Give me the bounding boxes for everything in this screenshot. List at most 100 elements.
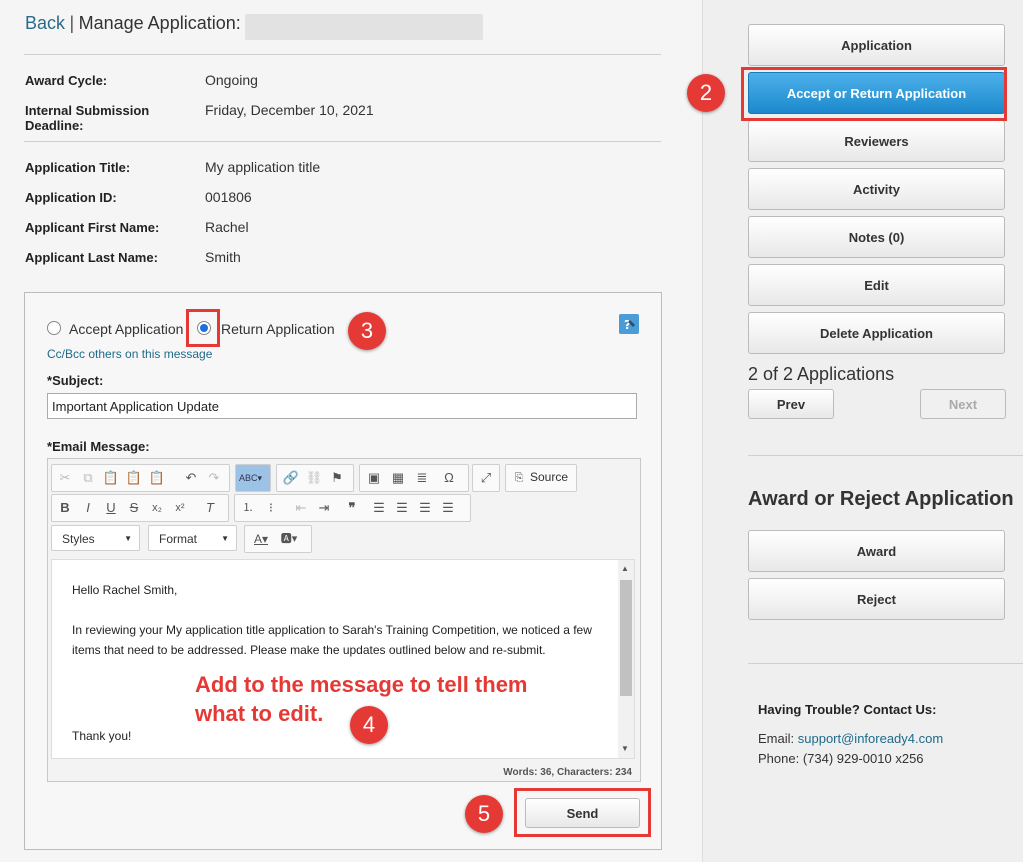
bold-icon[interactable]: B bbox=[56, 499, 74, 517]
value-submission-deadline: Friday, December 10, 2021 bbox=[205, 102, 374, 118]
anchor-flag-icon[interactable]: ⚑ bbox=[328, 469, 346, 487]
prev-button[interactable]: Prev bbox=[748, 389, 834, 419]
bulleted-list-icon[interactable]: ⁝ bbox=[262, 499, 280, 517]
step-2-callout: 2 bbox=[687, 74, 725, 112]
toolbar-maximize-group: ⤢ bbox=[472, 464, 500, 492]
page-title: Manage Application: bbox=[78, 13, 241, 33]
outdent-icon[interactable]: ⇤ bbox=[292, 499, 310, 517]
styles-label: Styles bbox=[62, 532, 95, 546]
back-link[interactable]: Back bbox=[25, 13, 65, 33]
scroll-thumb[interactable] bbox=[620, 580, 632, 696]
table-icon[interactable]: ▦ bbox=[389, 469, 407, 487]
notes-button[interactable]: Notes (0) bbox=[748, 216, 1005, 258]
scroll-down-icon[interactable]: ▼ bbox=[621, 744, 629, 753]
undo-icon[interactable]: ↶ bbox=[182, 469, 200, 487]
message-greeting: Hello Rachel Smith, bbox=[72, 583, 178, 597]
return-radio-label[interactable]: Return Application bbox=[221, 321, 335, 337]
paste-icon[interactable]: 📋 bbox=[102, 469, 120, 487]
award-heading: Award or Reject Application bbox=[748, 488, 1014, 510]
edit-button[interactable]: Edit bbox=[748, 264, 1005, 306]
align-left-icon[interactable]: ☰ bbox=[370, 499, 388, 517]
align-center-icon[interactable]: ☰ bbox=[393, 499, 411, 517]
activity-button[interactable]: Activity bbox=[748, 168, 1005, 210]
editor-scrollbar[interactable]: ▲ ▼ bbox=[618, 560, 634, 758]
cut-icon[interactable]: ✂ bbox=[56, 469, 74, 487]
blockquote-icon[interactable]: ❞ bbox=[343, 499, 361, 517]
message-label: *Email Message: bbox=[47, 439, 150, 454]
award-button[interactable]: Award bbox=[748, 530, 1005, 572]
email-link[interactable]: support@infoready4.com bbox=[798, 731, 943, 746]
editor-content-area[interactable]: Hello Rachel Smith, In reviewing your My… bbox=[51, 559, 635, 759]
scroll-up-icon[interactable]: ▲ bbox=[621, 564, 629, 573]
indent-icon[interactable]: ⇥ bbox=[315, 499, 333, 517]
value-application-id: 001806 bbox=[205, 189, 252, 205]
superscript-icon[interactable]: x² bbox=[171, 499, 189, 517]
background-color-icon[interactable]: 🅰▾ bbox=[277, 530, 301, 548]
format-dropdown[interactable]: Format ▼ bbox=[148, 525, 237, 551]
subscript-icon[interactable]: x₂ bbox=[148, 499, 166, 517]
styles-dropdown[interactable]: Styles ▼ bbox=[51, 525, 140, 551]
page-header: Back | Manage Application: bbox=[25, 13, 241, 34]
value-first-name: Rachel bbox=[205, 219, 249, 235]
image-icon[interactable]: ▣ bbox=[365, 469, 383, 487]
strikethrough-icon[interactable]: S bbox=[125, 499, 143, 517]
label-last-name: Applicant Last Name: bbox=[25, 250, 158, 265]
highlight-box-return-radio bbox=[186, 309, 220, 347]
chevron-down-icon: ▼ bbox=[221, 534, 229, 543]
divider bbox=[24, 141, 661, 142]
divider bbox=[24, 54, 661, 55]
accept-radio[interactable] bbox=[47, 321, 61, 335]
contact-phone: Phone: (734) 929-0010 x256 bbox=[758, 751, 924, 766]
maximize-icon[interactable]: ⤢ bbox=[477, 469, 495, 487]
next-button[interactable]: Next bbox=[920, 389, 1006, 419]
special-char-icon[interactable]: Ω bbox=[440, 469, 458, 487]
highlight-box-accept-return bbox=[741, 67, 1007, 121]
cc-bcc-link-wrap: Cc/Bcc others on this message bbox=[47, 345, 212, 363]
value-application-title: My application title bbox=[205, 159, 321, 175]
paste-word-icon[interactable]: 📋 bbox=[148, 469, 166, 487]
divider bbox=[748, 455, 1023, 456]
toolbar-insert-group: ▣ ▦ ≣ Ω bbox=[359, 464, 469, 492]
accept-radio-label[interactable]: Accept Application bbox=[69, 321, 183, 337]
source-icon: ⎘ bbox=[514, 472, 524, 484]
pager-text: 2 of 2 Applications bbox=[748, 364, 895, 384]
underline-icon[interactable]: U bbox=[102, 499, 120, 517]
paste-text-icon[interactable]: 📋 bbox=[125, 469, 143, 487]
subject-input[interactable]: Important Application Update bbox=[47, 393, 637, 419]
application-button[interactable]: Application bbox=[748, 24, 1005, 66]
reject-button[interactable]: Reject bbox=[748, 578, 1005, 620]
toolbar-color-group: A▾ 🅰▾ bbox=[244, 525, 312, 553]
link-icon[interactable]: 🔗 bbox=[282, 469, 300, 487]
toolbar-format-group: B I U S x₂ x² T bbox=[51, 494, 229, 522]
cc-bcc-link[interactable]: Cc/Bcc others on this message bbox=[47, 347, 212, 361]
value-last-name: Smith bbox=[205, 249, 241, 265]
toolbar-clipboard-group: ✂ ⧉ 📋 📋 📋 ↶ ↷ bbox=[51, 464, 230, 492]
text-color-icon[interactable]: A▾ bbox=[249, 530, 273, 548]
divider bbox=[748, 663, 1023, 664]
help-icon[interactable]: ? bbox=[619, 314, 639, 334]
italic-icon[interactable]: I bbox=[79, 499, 97, 517]
copy-icon[interactable]: ⧉ bbox=[79, 469, 97, 487]
toolbar-source-group[interactable]: ⎘ Source bbox=[505, 464, 577, 492]
step-5-callout: 5 bbox=[465, 795, 503, 833]
sidebar: Application Accept or Return Application… bbox=[702, 0, 1023, 862]
unlink-icon[interactable]: ⛓ bbox=[305, 469, 323, 487]
chevron-down-icon: ▼ bbox=[124, 534, 132, 543]
message-label-text: Email Message: bbox=[52, 439, 150, 454]
horizontal-line-icon[interactable]: ≣ bbox=[413, 469, 431, 487]
reviewers-button[interactable]: Reviewers bbox=[748, 120, 1005, 162]
numbered-list-icon[interactable]: ⒈ bbox=[239, 499, 257, 517]
delete-application-button[interactable]: Delete Application bbox=[748, 312, 1005, 354]
highlight-box-send bbox=[514, 788, 651, 837]
align-justify-icon[interactable]: ☰ bbox=[439, 499, 457, 517]
toolbar-spellcheck-group: ABC▾ bbox=[235, 464, 271, 492]
redo-icon[interactable]: ↷ bbox=[205, 469, 223, 487]
accept-return-panel: Accept Application Return Application ? … bbox=[24, 292, 662, 850]
spellcheck-icon[interactable]: ABC▾ bbox=[239, 469, 262, 487]
remove-format-icon[interactable]: T bbox=[201, 499, 219, 517]
align-right-icon[interactable]: ☰ bbox=[416, 499, 434, 517]
phone-value: (734) 929-0010 x256 bbox=[802, 751, 924, 766]
label-application-id: Application ID: bbox=[25, 190, 117, 205]
format-label: Format bbox=[159, 532, 198, 546]
label-application-title: Application Title: bbox=[25, 160, 131, 175]
